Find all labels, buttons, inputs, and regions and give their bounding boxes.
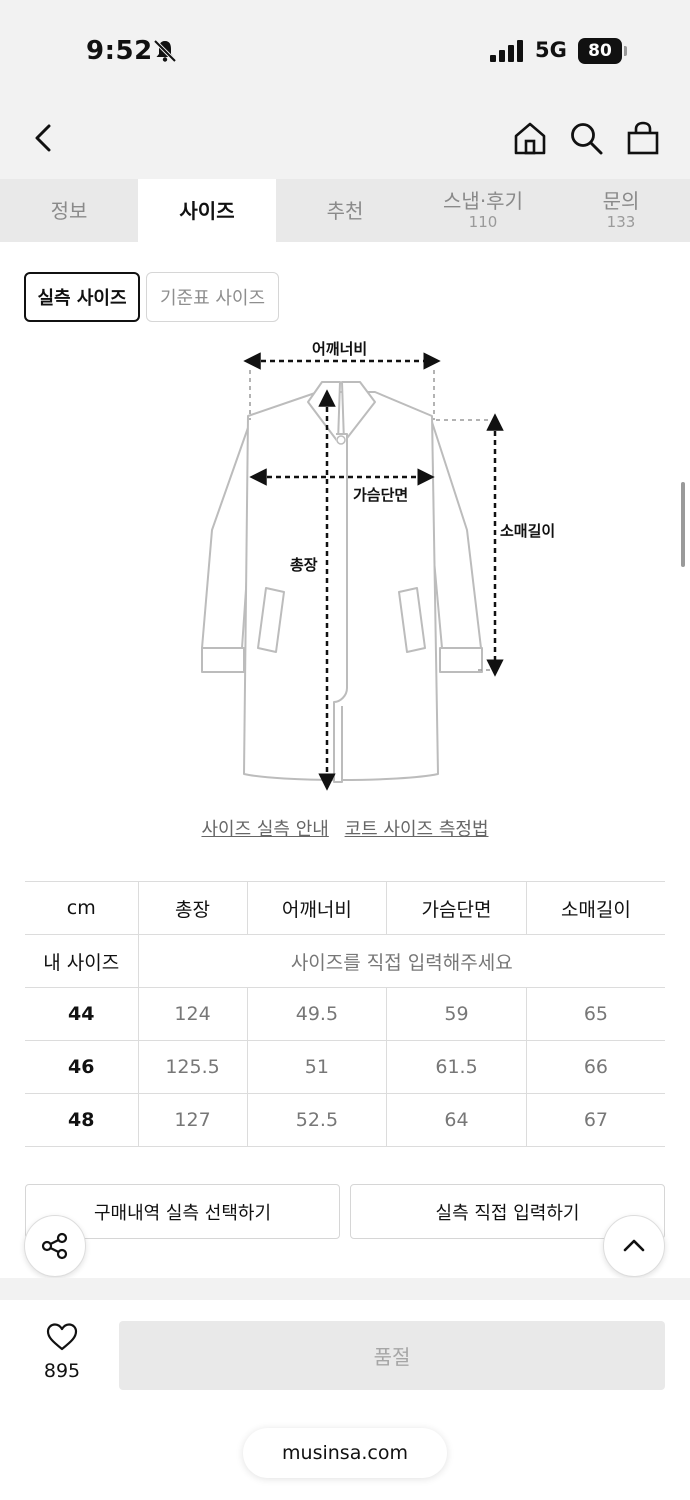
header-cell: 가슴단면	[386, 881, 527, 935]
value-cell: 64	[386, 1093, 527, 1147]
section-divider	[0, 1278, 690, 1300]
header-cell: 어깨너비	[246, 881, 387, 935]
coat-size-diagram: 어깨너비 가슴단면 총장 소매길이	[0, 330, 690, 800]
header-cell: 총장	[137, 881, 248, 935]
tab-label: 추천	[326, 198, 364, 223]
measured-size-button[interactable]: 실측 사이즈	[24, 272, 140, 322]
value-cell: 61.5	[386, 1040, 527, 1094]
size-guide-link[interactable]: 사이즈 실측 안내	[201, 819, 328, 840]
top-nav	[0, 100, 690, 179]
size-cell: 44	[25, 987, 138, 1041]
bell-muted-icon	[153, 39, 177, 63]
status-bar: 9:52 5G 80	[0, 0, 690, 100]
size-guide-links: 사이즈 실측 안내 코트 사이즈 측정법	[0, 815, 690, 841]
tab-label: 스냅·후기	[443, 189, 523, 214]
value-cell: 59	[386, 987, 527, 1041]
scroll-to-top-button[interactable]	[603, 1215, 665, 1277]
my-size-input-prompt[interactable]: 사이즈를 직접 입력해주세요	[137, 934, 665, 988]
battery-level: 80	[578, 38, 622, 64]
value-cell: 65	[525, 987, 665, 1041]
url-bar[interactable]: musinsa.com	[243, 1428, 447, 1478]
search-icon[interactable]	[568, 120, 604, 156]
chest-width-label: 가슴단면	[353, 486, 409, 504]
unit-cell: cm	[25, 881, 138, 935]
heart-icon	[46, 1323, 78, 1351]
tab-info[interactable]: 정보	[0, 179, 138, 242]
value-cell: 66	[525, 1040, 665, 1094]
share-button[interactable]	[24, 1215, 86, 1277]
table-row: 48 127 52.5 64 67	[25, 1093, 665, 1147]
network-type: 5G	[535, 38, 567, 62]
soldout-button[interactable]: 품절	[119, 1321, 665, 1390]
value-cell: 127	[137, 1093, 248, 1147]
like-button[interactable]: 895	[24, 1322, 100, 1382]
shoulder-width-label: 어깨너비	[312, 340, 368, 358]
value-cell: 124	[137, 987, 248, 1041]
status-time: 9:52	[86, 36, 153, 66]
tab-size[interactable]: 사이즈	[138, 179, 276, 242]
chevron-up-icon	[623, 1239, 645, 1252]
tab-label: 사이즈	[179, 198, 235, 223]
size-table: cm 총장 어깨너비 가슴단면 소매길이 내 사이즈 사이즈를 직접 입력해주세…	[25, 881, 665, 1147]
tab-count: 110	[468, 213, 498, 232]
tab-count: 133	[606, 213, 636, 232]
value-cell: 49.5	[246, 987, 387, 1041]
header-cell: 소매길이	[525, 881, 665, 935]
standard-size-button[interactable]: 기준표 사이즈	[146, 272, 279, 322]
tab-recommend[interactable]: 추천	[276, 179, 414, 242]
table-row: 44 124 49.5 59 65	[25, 987, 665, 1041]
my-size-label: 내 사이즈	[25, 934, 138, 988]
product-tabs: 정보 사이즈 추천 스냅·후기 110 문의 133	[0, 179, 690, 242]
coat-measure-link[interactable]: 코트 사이즈 측정법	[345, 819, 489, 840]
tab-snap-review[interactable]: 스냅·후기 110	[414, 179, 552, 242]
scrollbar[interactable]	[681, 482, 685, 567]
battery-icon: 80	[578, 38, 628, 64]
value-cell: 52.5	[246, 1093, 387, 1147]
shopping-bag-icon[interactable]	[625, 120, 661, 156]
coat-illustration	[201, 352, 504, 791]
back-arrow-icon[interactable]	[26, 120, 62, 156]
tab-inquiry[interactable]: 문의 133	[552, 179, 690, 242]
size-cell: 48	[25, 1093, 138, 1147]
value-cell: 51	[246, 1040, 387, 1094]
home-icon[interactable]	[512, 120, 548, 156]
value-cell: 67	[525, 1093, 665, 1147]
signal-icon	[490, 40, 523, 62]
my-size-row[interactable]: 내 사이즈 사이즈를 직접 입력해주세요	[25, 934, 665, 988]
tab-label: 문의	[602, 189, 640, 214]
total-length-label: 총장	[290, 556, 318, 574]
size-cell: 46	[25, 1040, 138, 1094]
table-header-row: cm 총장 어깨너비 가슴단면 소매길이	[25, 881, 665, 935]
sleeve-length-label: 소매길이	[500, 522, 556, 540]
share-icon	[41, 1232, 68, 1260]
table-row: 46 125.5 51 61.5 66	[25, 1040, 665, 1094]
like-count: 895	[43, 1360, 81, 1382]
value-cell: 125.5	[137, 1040, 248, 1094]
tab-label: 정보	[50, 198, 88, 223]
